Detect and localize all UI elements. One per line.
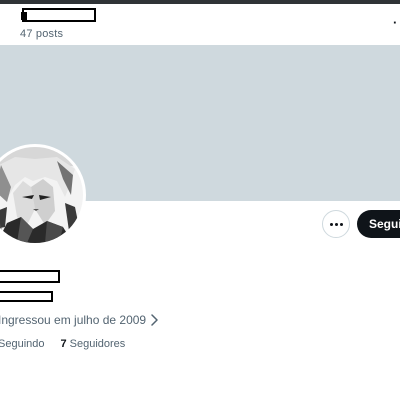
post-count: 47 posts [20, 28, 64, 40]
username-redaction [0, 291, 53, 302]
followers-link[interactable]: 7 Seguidores [61, 338, 126, 350]
follow-stats: Seguindo 7 Seguidores [0, 338, 125, 350]
chevron-right-icon [151, 314, 158, 326]
display-name-redaction [0, 270, 60, 283]
top-strip [0, 0, 400, 4]
followers-count: 7 [60, 338, 67, 350]
joined-date[interactable]: Ingressou em julho de 2009 [0, 313, 158, 327]
joined-date-text: Ingressou em julho de 2009 [0, 313, 147, 327]
avatar-image [0, 147, 83, 243]
profile-page: 47 posts · Seguir Ingressou em julh [0, 0, 400, 400]
more-icon[interactable]: · [393, 16, 400, 30]
header-name-redaction [21, 8, 96, 22]
ellipsis-button[interactable] [322, 210, 350, 238]
follow-button[interactable]: Seguir [357, 210, 400, 238]
followers-label: Seguidores [69, 338, 126, 350]
ellipsis-icon [329, 222, 343, 226]
following-link[interactable]: Seguindo [0, 338, 45, 350]
